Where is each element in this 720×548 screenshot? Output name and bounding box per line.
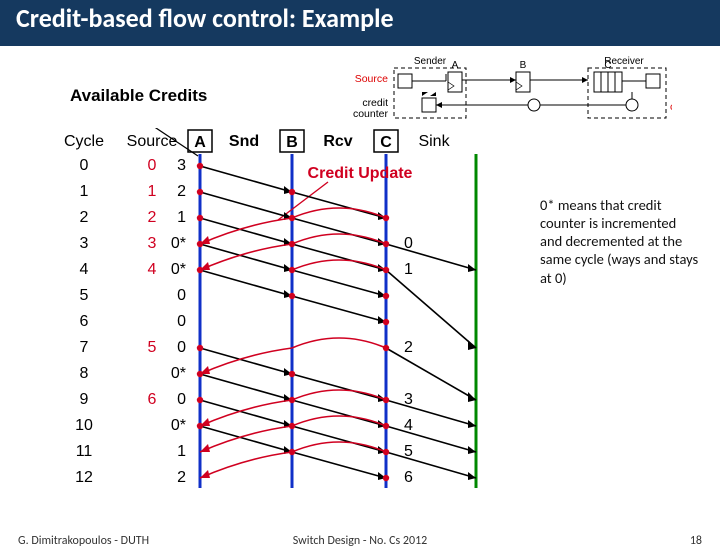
- a-column: 3 2 1 0* 0* 0 0 0 0* 0 0* 1 2: [171, 157, 186, 486]
- svg-text:0*: 0*: [171, 365, 186, 382]
- svg-text:0: 0: [177, 391, 186, 408]
- svg-text:4: 4: [80, 261, 89, 278]
- stage-b-label: B: [520, 60, 527, 71]
- svg-text:5: 5: [80, 287, 89, 304]
- page-title: Credit-based flow control: Example: [16, 2, 704, 34]
- svg-text:2: 2: [80, 209, 89, 226]
- source-text: Source: [355, 74, 388, 85]
- svg-text:0: 0: [80, 157, 89, 174]
- credit-label: credit: [670, 101, 672, 113]
- svg-text:3: 3: [177, 157, 186, 174]
- col-b: B: [286, 134, 298, 151]
- svg-text:11: 11: [76, 443, 93, 460]
- source-column: 0 1 2 3 4 5 6: [148, 157, 157, 408]
- footer-center: Switch Design - No. Cs 2012: [0, 534, 720, 548]
- stage-a-label: A: [452, 60, 459, 71]
- svg-text:1: 1: [80, 183, 89, 200]
- svg-text:6: 6: [404, 469, 413, 486]
- col-rcv: Rcv: [323, 133, 352, 150]
- forward-arrowheads: [284, 186, 476, 480]
- svg-text:1: 1: [177, 209, 186, 226]
- col-a: A: [194, 134, 206, 151]
- svg-text:0: 0: [148, 157, 157, 174]
- credit-update-label: Credit Update: [308, 165, 413, 182]
- svg-text:12: 12: [75, 469, 93, 486]
- stage-c-label: C: [604, 60, 611, 71]
- svg-text:10: 10: [75, 417, 93, 434]
- footer-right: 18: [690, 534, 702, 548]
- svg-text:9: 9: [80, 391, 89, 408]
- block-diagram: Sender Source A B Receiver C Sink credit: [392, 54, 672, 126]
- svg-text:8: 8: [80, 365, 89, 382]
- svg-text:5: 5: [148, 339, 157, 356]
- svg-text:0: 0: [177, 287, 186, 304]
- svg-text:0*: 0*: [171, 261, 186, 278]
- forward-arrows: [200, 166, 476, 478]
- svg-text:2: 2: [404, 339, 413, 356]
- col-sink: Sink: [418, 133, 450, 150]
- note-text: 0* means that credit counter is incremen…: [540, 196, 700, 287]
- svg-text:2: 2: [177, 183, 186, 200]
- col-source: Source: [127, 133, 178, 150]
- svg-text:0*: 0*: [171, 235, 186, 252]
- svg-text:2: 2: [148, 209, 157, 226]
- col-cycle: Cycle: [64, 133, 104, 150]
- svg-text:1: 1: [177, 443, 186, 460]
- title-bar: Credit-based flow control: Example: [0, 0, 720, 46]
- svg-text:2: 2: [177, 469, 186, 486]
- svg-text:7: 7: [80, 339, 89, 356]
- timing-chart: Cycle Source A Snd B Rcv C Sink 0 1 2 3 …: [58, 128, 498, 506]
- col-snd: Snd: [229, 133, 259, 150]
- svg-text:4: 4: [148, 261, 157, 278]
- svg-text:3: 3: [148, 235, 157, 252]
- cycle-numbers: 0 1 2 3 4 5 6 7 8 9 10 11 12: [75, 157, 93, 486]
- svg-text:3: 3: [80, 235, 89, 252]
- svg-text:0: 0: [177, 313, 186, 330]
- subtitle: Available Credits: [70, 86, 207, 106]
- svg-text:6: 6: [148, 391, 157, 408]
- sender-label: Sender: [414, 56, 447, 67]
- credit-counter-text: creditcounter: [353, 98, 388, 119]
- svg-text:0*: 0*: [171, 417, 186, 434]
- svg-text:1: 1: [148, 183, 157, 200]
- svg-text:0: 0: [177, 339, 186, 356]
- svg-text:1: 1: [404, 261, 413, 278]
- svg-text:6: 6: [80, 313, 89, 330]
- col-c: C: [380, 134, 392, 151]
